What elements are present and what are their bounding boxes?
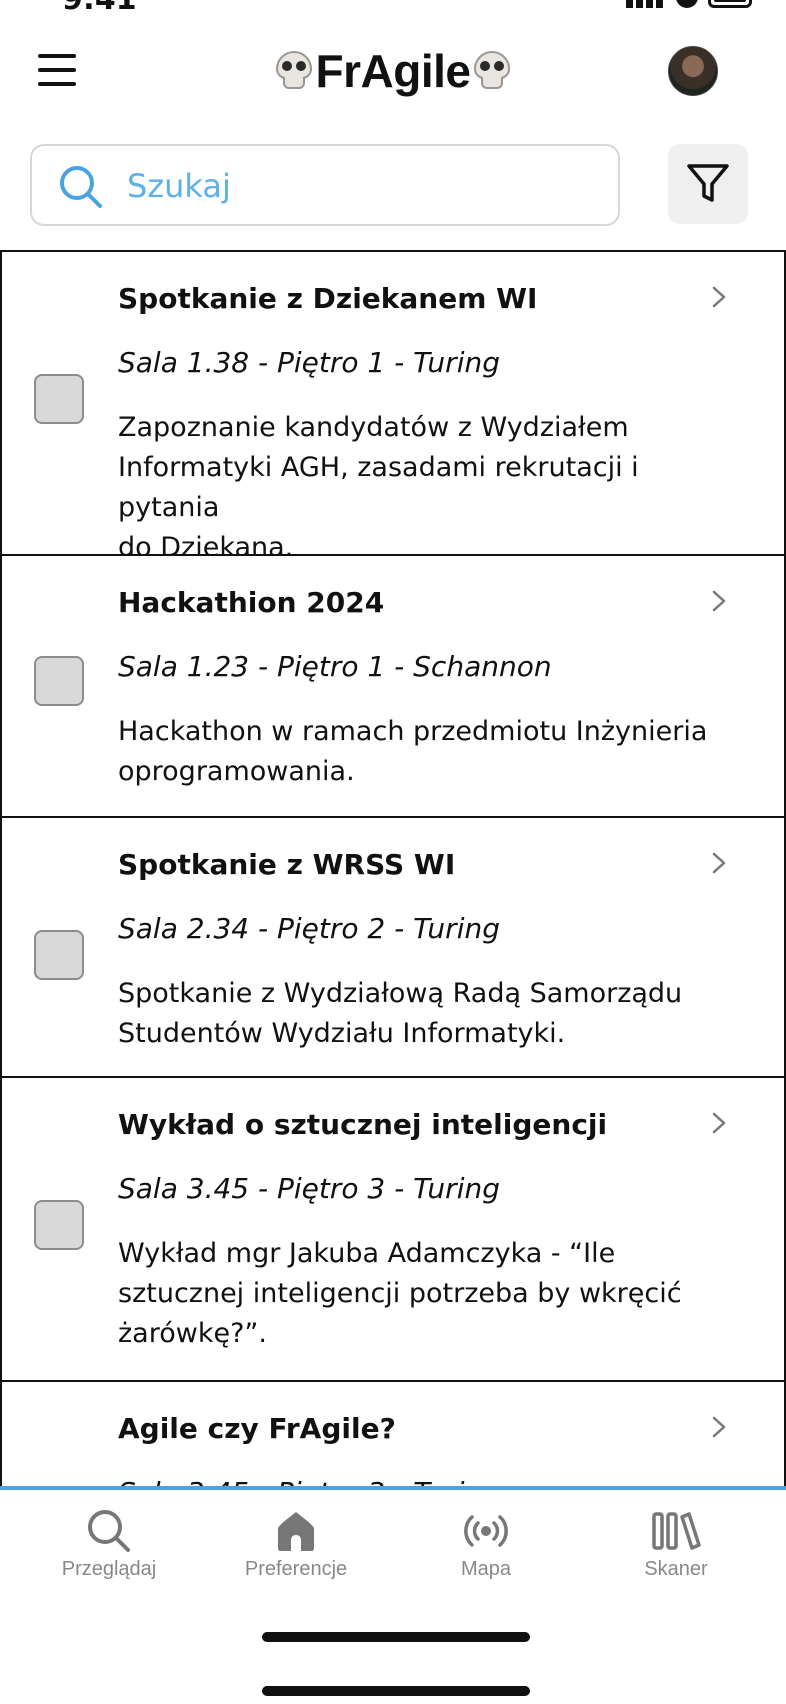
wifi-icon xyxy=(676,0,698,8)
battery-icon xyxy=(708,0,752,8)
home-indicator[interactable] xyxy=(262,1632,530,1642)
tab-label: Przeglądaj xyxy=(61,1558,157,1580)
event-description: Spotkanie z Wydziałową Radą Samorządu St… xyxy=(118,978,683,1049)
signal-icon xyxy=(626,0,666,8)
status-bar: 9:41 xyxy=(0,0,786,14)
event-card[interactable]: Hackathion 2024 Sala 1.23 - Piętro 1 - S… xyxy=(0,554,786,818)
library-icon xyxy=(652,1512,701,1550)
search-icon xyxy=(88,1510,130,1552)
event-location: Sala 2.34 - Piętro 2 - Turing xyxy=(118,912,500,945)
event-checkbox[interactable] xyxy=(34,930,84,980)
event-title: Wykład o sztucznej inteligencji xyxy=(118,1108,608,1141)
tab-mapa[interactable]: Mapa xyxy=(411,1500,561,1610)
filter-button[interactable] xyxy=(668,144,748,224)
skull-icon xyxy=(274,51,314,91)
tab-label: Skaner xyxy=(644,1558,708,1580)
event-location: Sala 1.38 - Piętro 1 - Turing xyxy=(118,346,500,379)
event-description: Zapoznanie kandydatów z Wydziałem Inform… xyxy=(118,412,639,563)
tab-bar: Przeglądaj Preferencje Mapa Skaner xyxy=(0,1486,786,1704)
status-icons xyxy=(626,0,752,8)
tab-label: Preferencje xyxy=(244,1558,348,1580)
event-description: Hackathon w ramach przedmiotu Inżynieria… xyxy=(118,716,708,787)
tab-label: Mapa xyxy=(460,1558,512,1580)
search-input[interactable] xyxy=(127,160,597,212)
event-checkbox[interactable] xyxy=(34,656,84,706)
chevron-right-icon[interactable] xyxy=(708,1112,730,1134)
search-row xyxy=(30,144,750,226)
event-list: Spotkanie z Dziekanem WI Sala 1.38 - Pię… xyxy=(0,250,786,1488)
filter-icon xyxy=(687,164,729,202)
chevron-right-icon[interactable] xyxy=(708,286,730,308)
event-location: Sala 1.23 - Piętro 1 - Schannon xyxy=(118,650,552,683)
search-box[interactable] xyxy=(30,144,620,226)
home-icon xyxy=(278,1512,314,1551)
event-checkbox[interactable] xyxy=(34,374,84,424)
tab-skaner[interactable]: Skaner xyxy=(601,1500,751,1610)
app-header: FrAgile xyxy=(0,30,786,120)
event-title: Agile czy FrAgile? xyxy=(118,1412,396,1445)
home-indicator[interactable] xyxy=(262,1686,530,1696)
tab-preferencje[interactable]: Preferencje xyxy=(221,1500,371,1610)
event-checkbox[interactable] xyxy=(34,1200,84,1250)
skull-icon xyxy=(472,51,512,91)
event-card[interactable]: Spotkanie z Dziekanem WI Sala 1.38 - Pię… xyxy=(0,250,786,563)
chevron-right-icon[interactable] xyxy=(708,1416,730,1438)
event-card[interactable]: Wykład o sztucznej inteligencji Sala 3.4… xyxy=(0,1076,786,1382)
chevron-right-icon[interactable] xyxy=(708,852,730,874)
event-location: Sala 3.45 - Piętro 3 - Turing xyxy=(118,1172,500,1205)
event-card[interactable]: Agile czy FrAgile? Sala 3.45 - Piętro 3 … xyxy=(0,1380,786,1488)
event-title: Spotkanie z WRSS WI xyxy=(118,848,456,881)
status-time: 9:41 xyxy=(62,0,137,14)
tab-przegladaj[interactable]: Przeglądaj xyxy=(34,1500,184,1610)
search-icon xyxy=(60,166,102,208)
event-title: Hackathion 2024 xyxy=(118,586,385,619)
app-title: FrAgile xyxy=(315,45,471,97)
broadcast-icon xyxy=(464,1515,508,1547)
chevron-right-icon[interactable] xyxy=(708,590,730,612)
event-card[interactable]: Spotkanie z WRSS WI Sala 2.34 - Piętro 2… xyxy=(0,816,786,1078)
event-description: Wykład mgr Jakuba Adamczyka - “Ile sztuc… xyxy=(118,1238,682,1349)
event-title: Spotkanie z Dziekanem WI xyxy=(118,282,538,315)
avatar[interactable] xyxy=(668,46,718,96)
